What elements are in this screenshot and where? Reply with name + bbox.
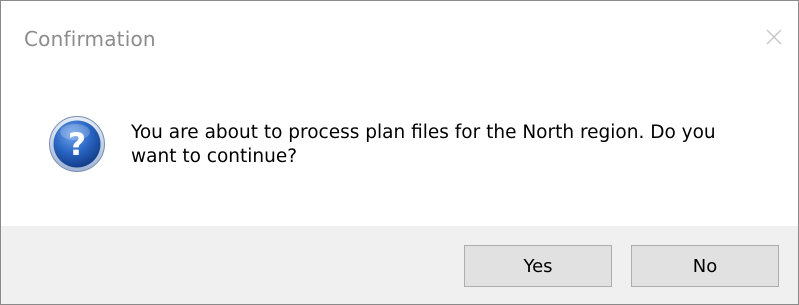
title-bar[interactable]: Confirmation [1,1,798,69]
close-button[interactable] [756,19,792,55]
dialog-content: ? You are about to process plan files fo… [1,69,798,226]
close-icon [766,29,782,45]
dialog-title: Confirmation [24,27,156,51]
confirmation-dialog: Confirmation ? You are about to process … [0,0,799,305]
button-bar: Yes No [1,226,798,304]
svg-text:?: ? [68,127,86,163]
no-button[interactable]: No [631,245,779,287]
yes-button[interactable]: Yes [464,245,612,287]
message-text: You are about to process plan files for … [131,122,716,167]
question-icon: ? [48,115,106,173]
